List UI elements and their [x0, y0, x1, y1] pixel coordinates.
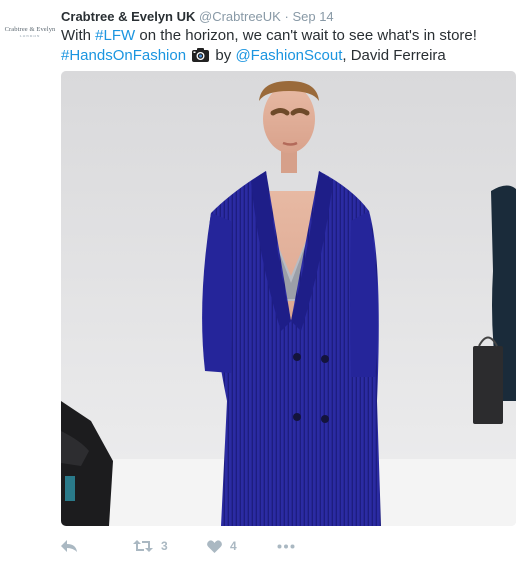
tweet-text: With #LFW on the horizon, we can't wait … [61, 26, 516, 66]
avatar-logo-text: Crabtree & Evelyn [4, 26, 56, 33]
tweet[interactable]: Crabtree & Evelyn LONDON Crabtree & Evel… [0, 0, 527, 564]
reply-icon [61, 539, 77, 553]
author-name[interactable]: Crabtree & Evelyn UK [61, 9, 195, 24]
more-button[interactable] [277, 536, 295, 556]
like-button[interactable]: 4 [207, 536, 237, 556]
more-icon [277, 544, 295, 549]
runway-photo [61, 71, 516, 526]
hashtag-link[interactable]: #LFW [95, 27, 135, 44]
hashtag-link[interactable]: #HandsOnFashion [61, 47, 186, 64]
author-handle[interactable]: @CrabtreeUK [199, 9, 281, 24]
like-count: 4 [230, 539, 237, 553]
tweet-text-part: , David Ferreira [342, 47, 446, 64]
tweet-header: Crabtree & Evelyn UK @CrabtreeUK · Sep 1… [61, 9, 334, 25]
retweet-button[interactable]: 3 [133, 536, 168, 556]
mention-link[interactable]: @FashionScout [235, 47, 342, 64]
avatar[interactable]: Crabtree & Evelyn LONDON [5, 22, 56, 42]
tweet-timestamp[interactable]: Sep 14 [292, 9, 333, 24]
header-separator: · [284, 9, 289, 24]
tweet-photo[interactable] [61, 71, 516, 526]
tweet-text-part: With [61, 27, 96, 44]
tweet-actions: 3 4 [61, 536, 516, 556]
tweet-text-part: by [211, 47, 236, 64]
avatar-logo-subtext: LONDON [19, 34, 41, 38]
camera-icon [192, 48, 210, 62]
tweet-text-part: on the horizon, we can't wait to see wha… [135, 27, 477, 44]
retweet-icon [133, 539, 153, 553]
heart-icon [207, 539, 222, 553]
reply-button[interactable] [61, 536, 77, 556]
retweet-count: 3 [161, 539, 168, 553]
